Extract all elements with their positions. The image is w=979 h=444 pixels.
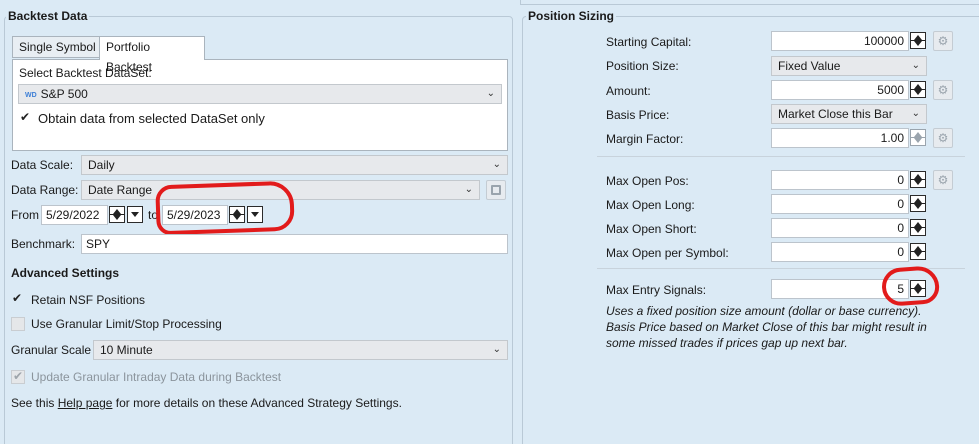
update-granular-checkbox xyxy=(11,369,25,384)
granular-scale-value: 10 Minute xyxy=(100,343,153,357)
chevron-down-icon: ⌄ xyxy=(911,60,920,71)
granular-processing-checkbox[interactable] xyxy=(11,317,25,331)
from-label: From xyxy=(11,208,39,222)
max-open-per-symbol-input[interactable]: 0 xyxy=(771,242,909,262)
granular-processing-label: Use Granular Limit/Stop Processing xyxy=(31,317,222,331)
max-entry-signals-spinner[interactable] xyxy=(910,280,926,297)
position-sizing-title: Position Sizing xyxy=(526,9,616,23)
help-prefix: See this xyxy=(11,396,58,410)
chevron-down-icon: ⌄ xyxy=(911,108,920,119)
dataset-value: S&P 500 xyxy=(40,87,88,101)
update-granular-label: Update Granular Intraday Data during Bac… xyxy=(31,370,282,384)
data-range-select[interactable]: Date Range ⌄ xyxy=(81,180,480,200)
chevron-down-icon: ⌄ xyxy=(464,184,473,195)
max-open-short-spinner[interactable] xyxy=(910,219,926,236)
advanced-settings-heading: Advanced Settings xyxy=(11,266,120,280)
margin-factor-spinner[interactable] xyxy=(910,129,926,146)
tab-single-symbol[interactable]: Single Symbol xyxy=(12,36,103,58)
margin-factor-input[interactable]: 1.00 xyxy=(771,128,909,148)
starting-capital-label: Starting Capital: xyxy=(606,35,692,49)
to-date-input[interactable]: 5/29/2023 xyxy=(162,205,228,225)
basis-price-value: Market Close this Bar xyxy=(778,107,893,121)
to-date-dropdown[interactable] xyxy=(247,206,263,223)
gear-icon: ⚙ xyxy=(937,173,949,187)
separator-1 xyxy=(597,156,965,157)
amount-input[interactable]: 5000 xyxy=(771,80,909,100)
max-open-pos-label: Max Open Pos: xyxy=(606,174,689,188)
amount-label: Amount: xyxy=(606,84,651,98)
obtain-data-label: Obtain data from selected DataSet only xyxy=(38,111,265,126)
separator-2 xyxy=(597,268,965,269)
from-date-spinner[interactable] xyxy=(109,206,125,223)
position-size-select[interactable]: Fixed Value ⌄ xyxy=(771,56,927,76)
chevron-down-icon: ⌄ xyxy=(486,88,495,99)
max-open-pos-settings-button[interactable]: ⚙ xyxy=(933,170,953,190)
to-label: to xyxy=(148,208,159,222)
top-strip xyxy=(520,0,979,5)
chevron-down-icon: ⌄ xyxy=(492,344,501,355)
basis-price-label: Basis Price: xyxy=(606,108,670,122)
benchmark-input[interactable]: SPY xyxy=(81,234,508,254)
gear-icon: ⚙ xyxy=(937,83,949,97)
tab-portfolio-backtest[interactable]: Portfolio Backtest xyxy=(99,36,205,74)
max-open-long-label: Max Open Long: xyxy=(606,198,695,212)
gear-icon: ⚙ xyxy=(937,34,949,48)
amount-spinner[interactable] xyxy=(910,81,926,98)
starting-capital-spinner[interactable] xyxy=(910,32,926,49)
margin-factor-settings-button[interactable]: ⚙ xyxy=(933,128,953,148)
backtest-data-title: Backtest Data xyxy=(6,9,90,23)
position-size-value: Fixed Value xyxy=(778,59,841,73)
data-scale-select[interactable]: Daily ⌄ xyxy=(81,155,508,175)
max-entry-signals-input[interactable]: 5 xyxy=(771,279,909,299)
data-range-label: Data Range: xyxy=(11,183,79,197)
gear-icon: ⚙ xyxy=(937,131,949,145)
basis-price-select[interactable]: Market Close this Bar ⌄ xyxy=(771,104,927,124)
max-open-long-spinner[interactable] xyxy=(910,195,926,212)
max-open-short-label: Max Open Short: xyxy=(606,222,697,236)
starting-capital-settings-button[interactable]: ⚙ xyxy=(933,31,953,51)
granular-scale-label: Granular Scale xyxy=(11,343,92,357)
chevron-down-icon: ⌄ xyxy=(492,159,501,170)
from-date-input[interactable]: 5/29/2022 xyxy=(41,205,108,225)
max-entry-signals-label: Max Entry Signals: xyxy=(606,283,707,297)
from-date-dropdown[interactable] xyxy=(127,206,143,223)
position-size-description: Uses a fixed position size amount (dolla… xyxy=(606,304,927,350)
amount-settings-button[interactable]: ⚙ xyxy=(933,80,953,100)
max-open-long-input[interactable]: 0 xyxy=(771,194,909,214)
data-range-value: Date Range xyxy=(88,183,153,197)
max-open-per-symbol-spinner[interactable] xyxy=(910,243,926,260)
retain-nsf-checkbox[interactable] xyxy=(11,291,25,307)
data-scale-value: Daily xyxy=(88,158,115,172)
starting-capital-input[interactable]: 100000 xyxy=(771,31,909,51)
dataset-select[interactable]: WD S&P 500 ⌄ xyxy=(18,84,502,104)
help-suffix: for more details on these Advanced Strat… xyxy=(112,396,402,410)
to-date-spinner[interactable] xyxy=(229,206,245,223)
max-open-short-input[interactable]: 0 xyxy=(771,218,909,238)
margin-factor-label: Margin Factor: xyxy=(606,132,684,146)
max-open-pos-spinner[interactable] xyxy=(910,171,926,188)
max-open-per-symbol-label: Max Open per Symbol: xyxy=(606,246,729,260)
save-range-button[interactable] xyxy=(486,180,506,200)
retain-nsf-label: Retain NSF Positions xyxy=(31,293,146,307)
granular-scale-select[interactable]: 10 Minute ⌄ xyxy=(93,340,508,360)
data-scale-label: Data Scale: xyxy=(11,158,74,172)
help-text: See this Help page for more details on t… xyxy=(11,396,402,410)
obtain-data-checkbox[interactable] xyxy=(19,110,33,126)
save-icon xyxy=(491,185,501,195)
position-size-label: Position Size: xyxy=(606,59,679,73)
max-open-pos-input[interactable]: 0 xyxy=(771,170,909,190)
benchmark-label: Benchmark: xyxy=(11,237,76,251)
wealth-data-badge-icon: WD xyxy=(25,92,37,99)
help-page-link[interactable]: Help page xyxy=(58,396,113,410)
